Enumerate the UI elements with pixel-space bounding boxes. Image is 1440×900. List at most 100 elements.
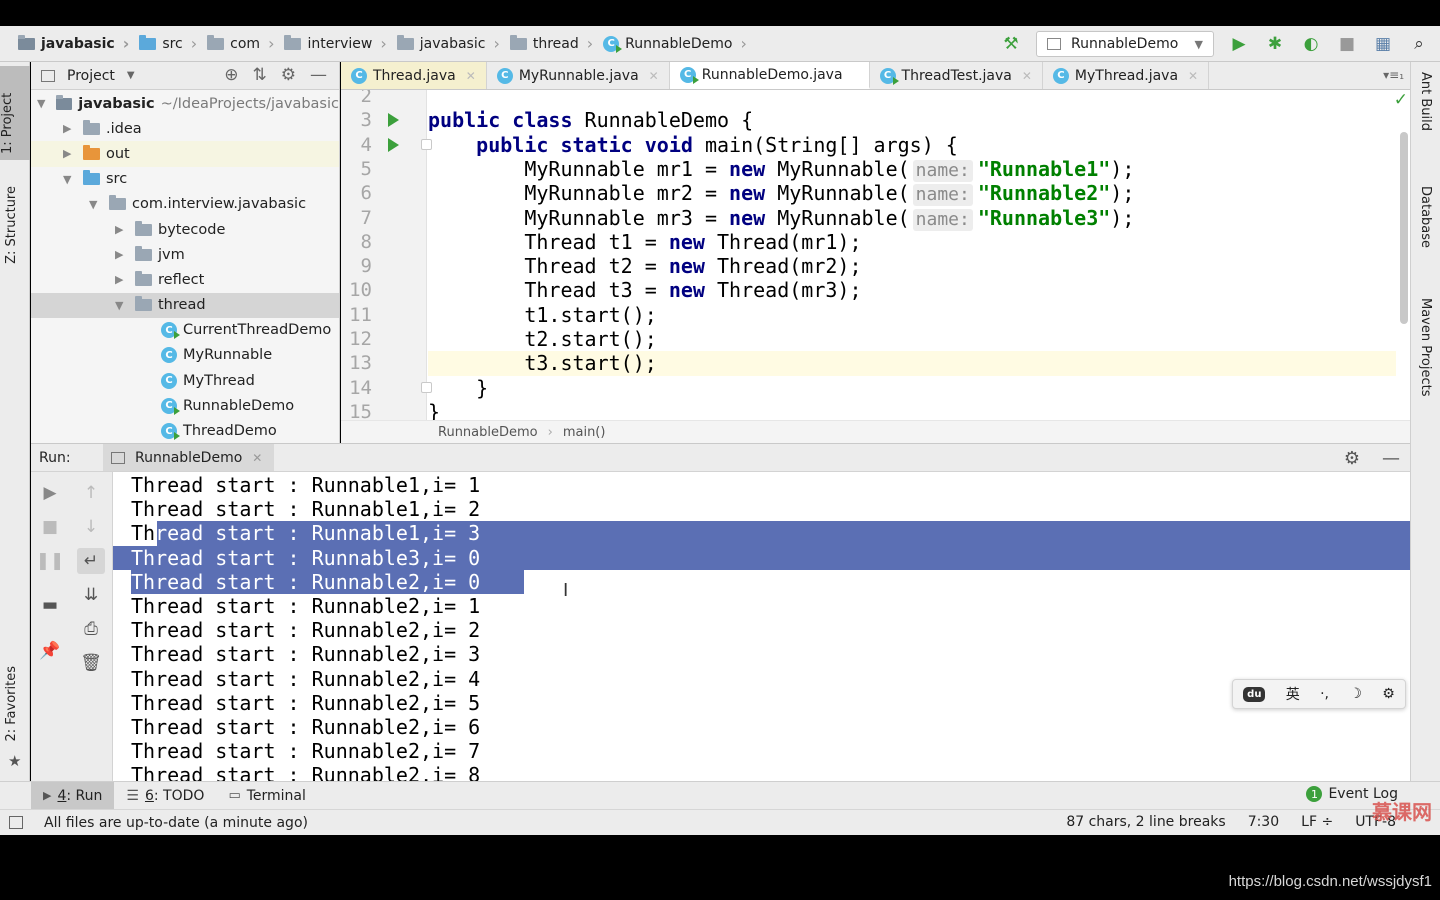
chevron-right-icon[interactable]: ▶ — [63, 147, 75, 160]
tree-item-threaddemo[interactable]: C ThreadDemo — [31, 418, 339, 443]
tab-threadtest-java[interactable]: C ThreadTest.java ✕ — [870, 62, 1043, 89]
chevron-right-icon[interactable]: ▶ — [115, 248, 127, 261]
close-icon[interactable]: ✕ — [1188, 69, 1198, 83]
close-icon[interactable]: ✕ — [252, 451, 262, 465]
top-black-bar — [0, 0, 1440, 26]
gear-icon[interactable]: ⚙ — [1344, 448, 1360, 469]
tool-tab-maven-projects[interactable]: Maven Projects — [1418, 298, 1433, 397]
moon-icon[interactable]: ☽ — [1349, 686, 1362, 702]
run-gutter-icon[interactable] — [388, 113, 399, 128]
tab-mythread-java[interactable]: C MyThread.java ✕ — [1043, 62, 1210, 89]
tree-item-myrunnable[interactable]: C MyRunnable — [31, 343, 339, 368]
chevron-down-icon[interactable]: ▼ — [115, 299, 127, 312]
tree-item-com-interview-javabasic[interactable]: ▼ com.interview.javabasic — [31, 192, 339, 217]
caret-position[interactable]: 7:30 — [1248, 814, 1279, 830]
ime-language-toggle[interactable]: 英 — [1286, 684, 1300, 704]
editor-breadcrumb-class[interactable]: RunnableDemo — [438, 425, 538, 440]
tree-item-bytecode[interactable]: ▶ bytecode — [31, 217, 339, 242]
gear-icon[interactable]: ⚙ — [281, 65, 296, 85]
tree-item-src[interactable]: ▼ src — [31, 167, 339, 192]
tool-tab-favorites[interactable]: 2: Favorites — [4, 666, 19, 742]
pause-icon[interactable]: ❚❚ — [36, 550, 65, 572]
close-icon[interactable]: ✕ — [1022, 69, 1032, 83]
hide-panel-icon[interactable]: — — [1382, 448, 1400, 469]
tool-button-run[interactable]: ▶ 4: Run — [31, 782, 115, 809]
ime-toolbar[interactable]: du 英 ·, ☽ ⚙ — [1232, 679, 1406, 709]
project-structure-icon[interactable]: ▦ — [1372, 33, 1394, 55]
tab-list-icon[interactable]: ▾≡₁ — [1383, 68, 1404, 82]
stop-icon[interactable]: ■ — [39, 516, 61, 538]
chevron-down-icon[interactable]: ▼ — [63, 173, 75, 186]
tool-button-todo[interactable]: ☰ 6: TODO — [114, 782, 216, 809]
run-configuration-select[interactable]: RunnableDemo ▼ — [1036, 31, 1214, 57]
tool-tab-ant-build[interactable]: Ant Build — [1418, 72, 1433, 131]
gutter-line: 13 — [341, 351, 427, 375]
layout-icon[interactable]: ▬ — [39, 594, 61, 616]
hide-panel-icon[interactable]: — — [310, 65, 327, 85]
tool-tab-project[interactable]: 1: Project — [0, 66, 30, 160]
build-hammer-icon[interactable]: ⚒ — [1000, 33, 1022, 55]
tree-item-reflect[interactable]: ▶ reflect — [31, 267, 339, 292]
line-number: 11 — [349, 303, 372, 326]
down-arrow-icon[interactable]: ↓ — [80, 516, 102, 538]
debug-bug-icon[interactable]: ✱ — [1264, 33, 1286, 55]
chevron-down-icon[interactable]: ▼ — [37, 97, 48, 110]
chevron-right-icon[interactable]: ▶ — [63, 122, 75, 135]
soft-wrap-icon[interactable]: ↵ — [77, 548, 105, 574]
tool-windows-icon[interactable] — [9, 816, 23, 829]
project-view-select[interactable]: Project ▼ — [41, 68, 135, 84]
close-icon[interactable]: ✕ — [466, 69, 476, 83]
stop-icon[interactable]: ■ — [1336, 33, 1358, 55]
tree-item-runnabledemo[interactable]: C RunnableDemo — [31, 393, 339, 418]
breadcrumb-src[interactable]: src › — [135, 26, 203, 61]
chevron-down-icon[interactable]: ▼ — [89, 198, 101, 211]
close-icon[interactable]: ✕ — [649, 69, 659, 83]
up-arrow-icon[interactable]: ↑ — [80, 482, 102, 504]
tree-item-thread[interactable]: ▼ thread — [31, 292, 339, 318]
tree-item-currentthreaddemo[interactable]: C CurrentThreadDemo — [31, 318, 339, 343]
coverage-icon[interactable]: ◐ — [1300, 33, 1322, 55]
tree-item-javabasic[interactable]: ▼ javabasic ~/IdeaProjects/javabasic — [31, 91, 339, 116]
breadcrumb-com[interactable]: com › — [203, 26, 280, 61]
breadcrumb-runnabledemo[interactable]: C RunnableDemo › — [599, 26, 753, 61]
locate-target-icon[interactable]: ⊕ — [224, 65, 238, 85]
tool-button-terminal[interactable]: ▭ Terminal — [216, 782, 317, 809]
text-cursor-icon: I — [563, 580, 569, 601]
print-icon[interactable]: ⎙ — [80, 618, 102, 640]
rerun-icon[interactable]: ▶ — [39, 482, 61, 504]
breadcrumb-thread[interactable]: thread › — [506, 26, 599, 61]
run-gutter-icon[interactable] — [388, 137, 399, 152]
tree-item-jvm[interactable]: ▶ jvm — [31, 242, 339, 267]
terminal-icon: ▭ — [228, 788, 241, 803]
bottom-black-bar: https://blog.csdn.net/wssjdysf1 — [0, 835, 1440, 900]
tree-item--idea[interactable]: ▶ .idea — [31, 116, 339, 141]
search-icon[interactable]: ⌕ — [1408, 33, 1430, 55]
line-separator[interactable]: LF ÷ — [1301, 814, 1333, 830]
gear-icon[interactable]: ⚙ — [1382, 686, 1395, 702]
tab-thread-java[interactable]: C Thread.java ✕ — [341, 62, 487, 89]
chevron-right-icon[interactable]: ▶ — [115, 273, 127, 286]
chevron-right-icon[interactable]: ▶ — [115, 223, 127, 236]
class-run-icon: C — [161, 423, 180, 441]
tree-item-out[interactable]: ▶ out — [31, 141, 339, 167]
run-tab-runnabledemo[interactable]: RunnableDemo ✕ — [103, 444, 275, 471]
collapse-all-icon[interactable]: ⇅ — [253, 65, 267, 85]
ime-punctuation-toggle[interactable]: ·, — [1320, 686, 1329, 702]
pin-icon[interactable]: 📌 — [39, 640, 61, 662]
editor-breadcrumb-method[interactable]: main() — [563, 425, 606, 440]
run-icon[interactable]: ▶ — [1228, 33, 1250, 55]
trash-icon[interactable]: 🗑 — [80, 652, 102, 674]
breadcrumb-javabasic-project[interactable]: javabasic › — [14, 26, 135, 61]
editor-scrollbar[interactable] — [1400, 132, 1408, 324]
scroll-to-end-icon[interactable]: ⇊ — [80, 584, 102, 606]
code-editor[interactable]: ✓ 2 3 public class RunnableDemo {4 public … — [341, 90, 1410, 420]
tool-tab-structure[interactable]: Z: Structure — [4, 186, 19, 264]
breadcrumb-interview[interactable]: interview › — [280, 26, 392, 61]
tree-item-mythread[interactable]: C MyThread — [31, 368, 339, 393]
tool-tab-database[interactable]: Database — [1418, 186, 1433, 248]
run-console[interactable]: Thread start : Runnable1,i= 1 Thread star… — [113, 472, 1410, 781]
breadcrumb-javabasic-package[interactable]: javabasic › — [393, 26, 506, 61]
project-panel: Project ▼ ⊕ ⇅ ⚙ — ▼ javabasic ~/IdeaProject… — [31, 62, 340, 443]
tab-myrunnable-java[interactable]: C MyRunnable.java ✕ — [487, 62, 670, 89]
tab-runnabledemo-java[interactable]: C RunnableDemo.java — [669, 62, 870, 89]
